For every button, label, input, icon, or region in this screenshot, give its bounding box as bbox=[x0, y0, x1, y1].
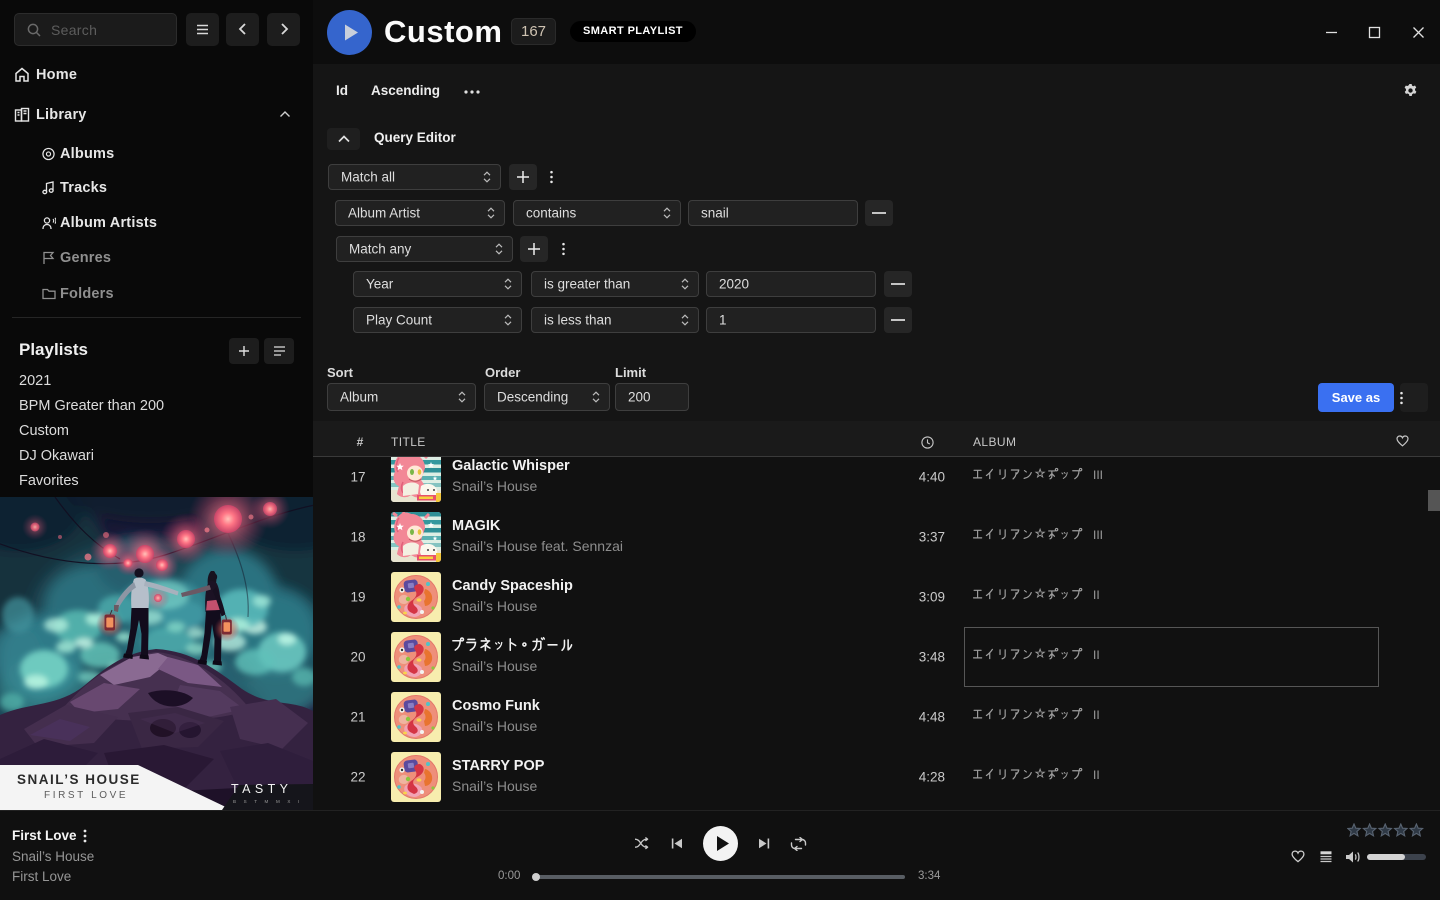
svg-text:TASTY: TASTY bbox=[231, 782, 292, 796]
svg-text:FIRST LOVE: FIRST LOVE bbox=[44, 790, 128, 801]
svg-text:SNAIL’S HOUSE: SNAIL’S HOUSE bbox=[17, 772, 141, 787]
svg-text:B S T M M X I: B S T M M X I bbox=[233, 799, 302, 804]
